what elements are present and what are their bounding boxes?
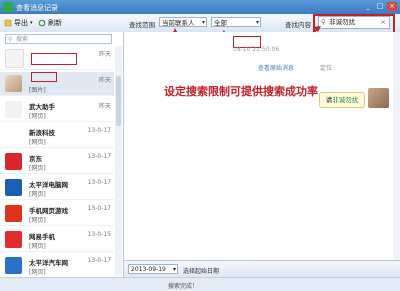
contact-row[interactable]: 太平洋汽车网 [网页] 13-0-17 xyxy=(0,254,114,278)
view-original-link[interactable]: 查看原始消息 xyxy=(258,63,294,72)
wuda-avatar xyxy=(5,101,22,118)
jd-avatar xyxy=(5,153,22,170)
status-text: 搜索完成！ xyxy=(168,283,199,290)
contact-preview: [网页] xyxy=(29,139,46,146)
message-scrollbar[interactable] xyxy=(393,32,400,260)
contact-row[interactable]: 网易手机 [网页] 13-0-15 xyxy=(0,228,114,252)
contact-preview: [图片] xyxy=(29,87,46,94)
contact-pane: ⚲ 搜索 昨天 [图片] 昨天 武大助手 [网页] 昨天 新浪科技 [网页] 13-0-17 京东… xyxy=(0,32,124,278)
date-bar: 2013-09-19 ▾ 选择起始日期 xyxy=(124,260,400,278)
contact-preview: [网页] xyxy=(29,191,46,198)
contact-row[interactable]: 武大助手 [网页] 昨天 xyxy=(0,98,114,122)
contact-preview: [网页] xyxy=(29,217,46,224)
contact-preview: [网页] xyxy=(29,165,46,172)
contact-preview: [网页] xyxy=(29,269,46,276)
contact-row[interactable]: 手机网页游戏 [网页] 13-0-17 xyxy=(0,202,114,226)
redaction-box xyxy=(31,72,57,82)
contact-name: 武大助手 xyxy=(29,103,55,111)
contact-date: 13-0-17 xyxy=(87,205,111,212)
message-timestamp: 08-10 21:50:06 xyxy=(233,46,280,53)
contact-name: 网易手机 xyxy=(29,233,55,241)
contact-name: 京东 xyxy=(29,155,42,163)
window: 查看消息记录 _ □ × 导出 ▾ 刷新 查找范围 当前联系人 ▾ 全部 ▾ 查找内… xyxy=(0,0,400,291)
annotation-text: 设定搜索限制可提供搜索成功率 xyxy=(164,85,318,98)
contact-row[interactable]: [图片] 昨天 xyxy=(0,72,114,96)
blank-avatar xyxy=(5,49,24,68)
search-icon: ⚲ xyxy=(8,36,13,43)
message-pane: 08-10 21:50:06 查看原始消息 定位 设定搜索限制可提供搜索成功率 … xyxy=(124,32,400,260)
contact-date: 13-0-17 xyxy=(87,153,111,160)
contact-date: 13-0-15 xyxy=(87,231,111,238)
contact-name: 新浪科技 xyxy=(29,129,55,137)
avatar xyxy=(368,88,389,108)
contact-date: 13-0-17 xyxy=(87,127,111,134)
contact-date: 昨天 xyxy=(98,51,111,58)
contact-name: 手机网页游戏 xyxy=(29,207,68,215)
contact-preview: [网页] xyxy=(29,243,46,250)
contact-row[interactable]: 新浪科技 [网页] 13-0-17 xyxy=(0,124,114,148)
game-avatar xyxy=(5,205,22,222)
date-label: 选择起始日期 xyxy=(183,268,220,275)
cat-avatar xyxy=(5,75,22,92)
contact-scrollbar[interactable] xyxy=(115,46,122,276)
contact-row[interactable]: 太平洋电脑网 [网页] 13-0-17 xyxy=(0,176,114,200)
locate-link[interactable]: 定位 xyxy=(320,63,332,72)
scroll-thumb[interactable] xyxy=(116,76,121,126)
contact-row[interactable]: 京东 [网页] 13-0-17 xyxy=(0,150,114,174)
date-picker[interactable]: 2013-09-19 ▾ xyxy=(128,264,178,274)
chevron-down-icon: ▾ xyxy=(172,266,176,273)
contact-name: 太平洋电脑网 xyxy=(29,181,68,189)
redaction-box xyxy=(31,53,77,65)
contact-date: 13-0-17 xyxy=(87,257,111,264)
pcauto-avatar xyxy=(5,257,22,274)
contact-date: 昨天 xyxy=(98,103,111,110)
contact-date: 昨天 xyxy=(98,77,111,84)
sina-avatar xyxy=(5,127,22,144)
netease-avatar xyxy=(5,231,22,248)
contact-search-input[interactable]: ⚲ 搜索 xyxy=(5,34,112,44)
message-bubble: 请非诚勿扰 xyxy=(319,92,365,108)
contact-preview: [网页] xyxy=(29,113,46,120)
contact-date: 13-0-17 xyxy=(87,179,111,186)
pconline-avatar xyxy=(5,179,22,196)
status-bar: 搜索完成！ xyxy=(0,277,400,291)
contact-name: 太平洋汽车网 xyxy=(29,259,68,267)
